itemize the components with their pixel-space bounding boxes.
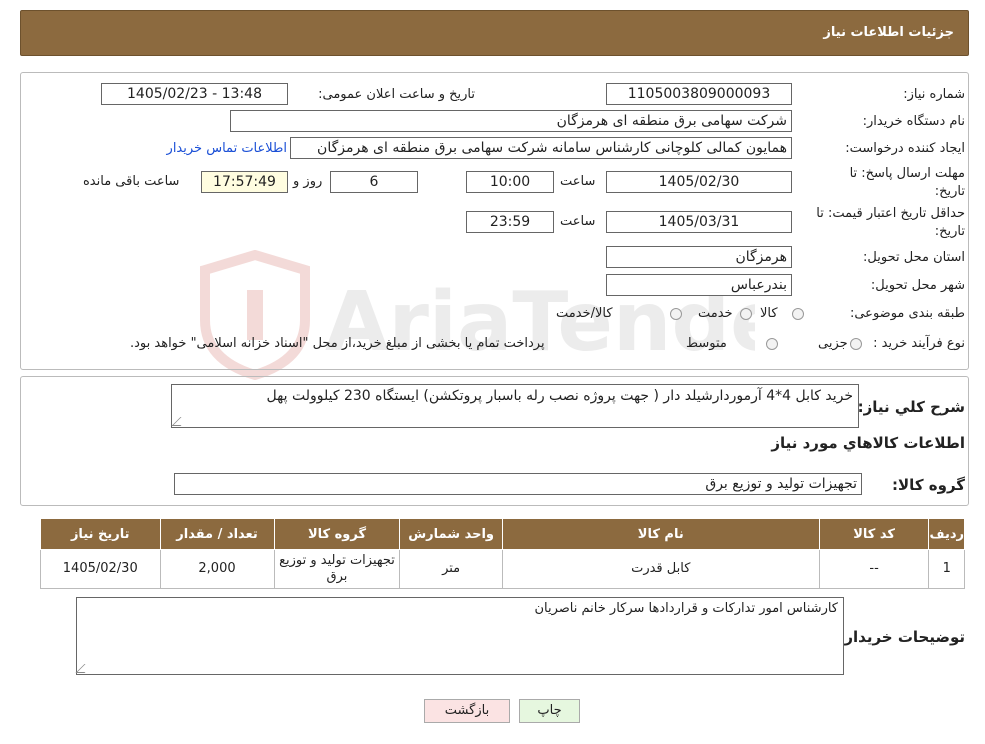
table-row: 1 -- کابل قدرت متر تجهیزات تولید و توزیع… [40, 549, 965, 589]
goods-table-header-row: ردیف کد کالا نام کالا واحد شمارش گروه کا… [40, 518, 965, 550]
need-number-label: شماره نیاز: [903, 87, 965, 102]
announce-datetime-label: تاریخ و ساعت اعلان عمومی: [318, 87, 475, 102]
price-validity-label-line2: تاریخ: [934, 224, 965, 239]
back-button[interactable]: بازگشت [424, 699, 510, 723]
category-label: طبقه بندی موضوعی: [849, 306, 965, 321]
category-service-radio[interactable] [740, 308, 752, 320]
purchase-process-label: نوع فرآیند خرید : [873, 336, 965, 351]
category-service-label: خدمت [698, 306, 733, 321]
col-header-name: نام کالا [501, 518, 820, 550]
col-header-qty: تعداد / مقدار [159, 518, 275, 550]
page-header: جزئیات اطلاعات نیاز [20, 10, 969, 56]
buyer-contact-link[interactable]: اطلاعات تماس خریدار [167, 141, 287, 156]
reply-deadline-label-line2: تاریخ: [934, 184, 965, 199]
price-validity-time-field: 23:59 [466, 211, 554, 233]
remaining-time-label: ساعت باقی مانده [83, 174, 180, 189]
goods-group-label: گروه کالا: [892, 476, 965, 494]
summary-label: شرح کلي نياز: [857, 398, 965, 416]
reply-time-label: ساعت [560, 174, 596, 189]
reply-deadline-date-field: 1405/02/30 [606, 171, 792, 193]
category-goods-service-label: کالا/خدمت [556, 306, 613, 321]
price-validity-label: حداقل تاریخ اعتبار قیمت: تا [816, 206, 965, 221]
delivery-city-label: شهر محل تحویل: [870, 278, 965, 293]
cell-unit: متر [399, 549, 503, 589]
remaining-time-field: 17:57:49 [201, 171, 288, 193]
announce-datetime-field: 1405/02/23 - 13:48 [101, 83, 288, 105]
delivery-city-field: بندرعباس [606, 274, 792, 296]
cell-qty: 2,000 [159, 549, 275, 589]
category-goods-label: کالا [760, 306, 778, 321]
buyer-notes-label: توضیحات خریدار: [838, 628, 965, 646]
process-medium-label: متوسط [686, 336, 727, 351]
cell-row-number: 1 [928, 549, 965, 589]
delivery-province-label: استان محل تحویل: [863, 250, 965, 265]
price-validity-time-label: ساعت [560, 214, 596, 229]
col-header-unit: واحد شمارش [399, 518, 503, 550]
cell-name: کابل قدرت [501, 549, 820, 589]
delivery-province-field: هرمزگان [606, 246, 792, 268]
goods-group-field: تجهیزات تولید و توزیع برق [174, 473, 862, 495]
days-label: روز و [293, 174, 323, 189]
cell-date: 1405/02/30 [40, 549, 161, 589]
print-button[interactable]: چاپ [519, 699, 580, 723]
col-header-row-number: ردیف [928, 518, 965, 550]
cell-group: تجهیزات تولید و توزیع برق [273, 549, 401, 589]
process-minor-radio[interactable] [850, 338, 862, 350]
cell-code: -- [818, 549, 930, 589]
reply-deadline-time-field: 10:00 [466, 171, 554, 193]
buyer-org-field: شرکت سهامی برق منطقه ای هرمزگان [230, 110, 792, 132]
reply-deadline-label: مهلت ارسال پاسخ: تا [849, 166, 965, 181]
treasury-note: پرداخت تمام یا بخشی از مبلغ خرید،از محل … [130, 336, 545, 351]
col-header-date: تاریخ نیاز [40, 518, 161, 550]
requester-label: ایجاد کننده درخواست: [845, 141, 965, 156]
process-minor-label: جزیی [818, 336, 848, 351]
summary-field: خرید کابل 4*4 آرموردارشیلد دار ( جهت پرو… [171, 384, 859, 428]
need-number-field: 1105003809000093 [606, 83, 792, 105]
category-goods-service-radio[interactable] [670, 308, 682, 320]
buyer-org-label: نام دستگاه خریدار: [862, 114, 965, 129]
goods-table: ردیف کد کالا نام کالا واحد شمارش گروه کا… [40, 518, 965, 589]
remaining-days-field: 6 [330, 171, 418, 193]
col-header-code: کد کالا [818, 518, 930, 550]
category-goods-radio[interactable] [792, 308, 804, 320]
goods-section-title: اطلاعات کالاهاي مورد نياز [771, 434, 965, 452]
process-medium-radio[interactable] [766, 338, 778, 350]
col-header-group: گروه کالا [273, 518, 401, 550]
buyer-notes-field: کارشناس امور تدارکات و قراردادها سرکار خ… [76, 597, 844, 675]
price-validity-date-field: 1405/03/31 [606, 211, 792, 233]
requester-field: همایون کمالی کلوچانی کارشناس سامانه شرکت… [290, 137, 792, 159]
page-title: جزئیات اطلاعات نیاز [823, 25, 954, 40]
